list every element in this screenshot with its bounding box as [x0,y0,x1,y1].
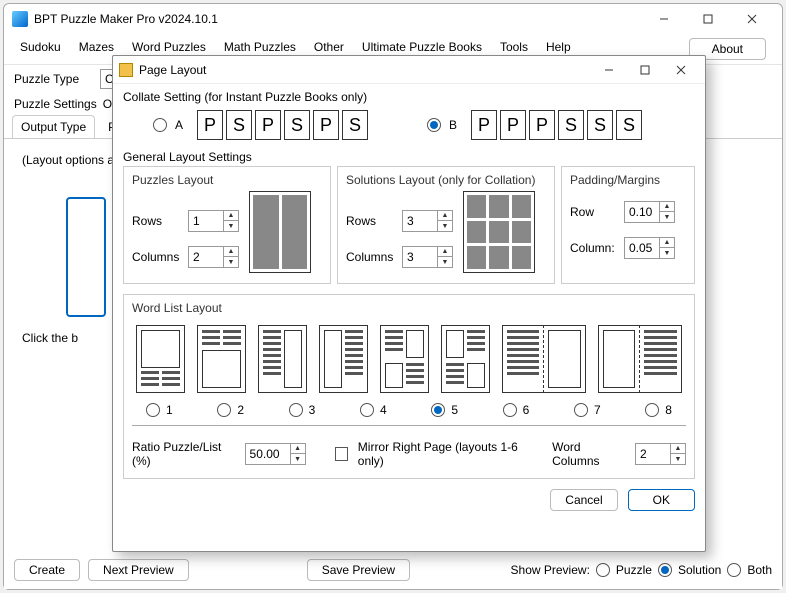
collate-a-radio[interactable] [153,118,167,132]
wl-radio-5[interactable] [431,403,445,417]
solutions-rows-label: Rows [346,214,396,228]
tab-output-type[interactable]: Output Type [12,115,95,138]
create-button[interactable]: Create [14,559,80,581]
wl-radio-3[interactable] [289,403,303,417]
wl-radio-2[interactable] [217,403,231,417]
puzzles-layout-legend: Puzzles Layout [132,173,322,187]
wl-thumb-1 [136,325,185,393]
titlebar: BPT Puzzle Maker Pro v2024.10.1 [4,4,782,34]
mirror-label: Mirror Right Page (layouts 1-6 only) [358,440,532,468]
show-both-radio[interactable] [727,563,741,577]
solutions-rows-spin[interactable]: ▲▼ [402,210,453,232]
dialog-maximize[interactable] [627,58,663,82]
app-icon [12,11,28,27]
collate-b-radio[interactable] [427,118,441,132]
wl-thumb-6 [441,325,490,393]
wl-radio-4[interactable] [360,403,374,417]
show-solution-label: Solution [678,563,721,577]
padding-row-label: Row [570,205,618,219]
collate-legend: Collate Setting (for Instant Puzzle Book… [123,90,695,104]
padding-legend: Padding/Margins [570,173,686,187]
minimize-button[interactable] [642,5,686,33]
solutions-cols-label: Columns [346,250,396,264]
wl-thumb-2 [197,325,246,393]
wordcols-label: Word Columns [552,440,625,468]
ratio-spin[interactable]: ▲▼ [245,443,306,465]
next-preview-button[interactable]: Next Preview [88,559,189,581]
save-preview-button[interactable]: Save Preview [307,559,410,581]
layout-preview-slot[interactable] [66,197,106,317]
wl-radio-1[interactable] [146,403,160,417]
collate-b-tile: P [529,110,555,140]
puzzles-cols-label: Columns [132,250,182,264]
collate-a-tile: S [284,110,310,140]
ok-button[interactable]: OK [628,489,695,511]
show-puzzle-radio[interactable] [596,563,610,577]
collate-b-tile: P [471,110,497,140]
show-puzzle-label: Puzzle [616,563,652,577]
puzzle-type-label: Puzzle Type [14,72,94,86]
ratio-label: Ratio Puzzle/List (%) [132,440,235,468]
general-legend: General Layout Settings [123,150,695,164]
collate-a-label: A [175,118,183,132]
puzzles-rows-label: Rows [132,214,182,228]
page-layout-dialog: Page Layout Collate Setting (for Instant… [112,55,706,552]
window-title: BPT Puzzle Maker Pro v2024.10.1 [34,12,218,26]
show-solution-radio[interactable] [658,563,672,577]
padding-row-spin[interactable]: ▲▼ [624,201,675,223]
wl-radio-6[interactable] [503,403,517,417]
puzzles-cols-spin[interactable]: ▲▼ [188,246,239,268]
collate-b-label: B [449,118,457,132]
collate-a-tile: S [342,110,368,140]
maximize-button[interactable] [686,5,730,33]
solutions-preview [463,191,535,273]
puzzles-preview [249,191,311,273]
wl-thumb-5 [380,325,429,393]
dialog-icon [119,63,133,77]
wordlist-legend: Word List Layout [132,301,686,315]
padding-col-label: Column: [570,241,618,255]
footer: Create Next Preview Save Preview Show Pr… [4,551,782,589]
wl-thumb-7 [502,325,586,393]
show-preview-label: Show Preview: [511,563,590,577]
solutions-cols-spin[interactable]: ▲▼ [402,246,453,268]
dialog-minimize[interactable] [591,58,627,82]
wordcols-spin[interactable]: ▲▼ [635,443,686,465]
padding-col-spin[interactable]: ▲▼ [624,237,675,259]
dialog-close[interactable] [663,58,699,82]
collate-a-tile: S [226,110,252,140]
wl-radio-8[interactable] [645,403,659,417]
show-both-label: Both [747,563,772,577]
collate-b-tile: S [616,110,642,140]
wl-thumb-4 [319,325,368,393]
close-button[interactable] [730,5,774,33]
collate-b-tile: S [558,110,584,140]
mirror-checkbox[interactable] [335,447,348,461]
dialog-title: Page Layout [139,63,206,77]
collate-b-tile: P [500,110,526,140]
cancel-button[interactable]: Cancel [550,489,617,511]
menu-sudoku[interactable]: Sudoku [20,38,61,60]
puzzles-rows-spin[interactable]: ▲▼ [188,210,239,232]
collate-b-tile: S [587,110,613,140]
puzzle-settings-label: Puzzle Settings [14,97,97,111]
solutions-layout-legend: Solutions Layout (only for Collation) [346,173,546,187]
collate-a-tile: P [313,110,339,140]
wl-radio-7[interactable] [574,403,588,417]
wl-thumb-3 [258,325,307,393]
wl-thumb-8 [598,325,682,393]
collate-a-tile: P [197,110,223,140]
menu-mazes[interactable]: Mazes [79,38,114,60]
collate-a-tile: P [255,110,281,140]
